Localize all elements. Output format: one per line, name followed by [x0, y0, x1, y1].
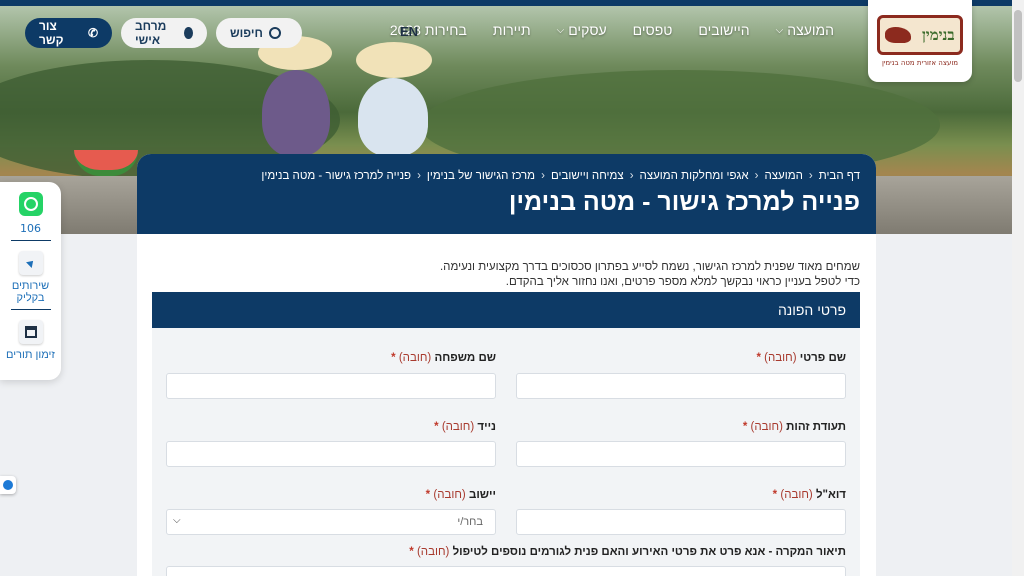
- search-icon: [268, 27, 281, 39]
- logo-tagline: מועצה אזורית מטה בנימין: [881, 59, 959, 67]
- mobile-field[interactable]: [166, 441, 496, 467]
- content-card: דף הבית ‹ המועצה ‹ אגפי ומחלקות המועצה ‹…: [137, 154, 876, 576]
- page-title: פנייה למרכז גישור - מטה בנימין: [508, 188, 860, 216]
- settlement-label: יישוב (חובה) *: [425, 489, 496, 501]
- services-click-link[interactable]: שירותים בקליק: [0, 251, 61, 304]
- personal-area-button[interactable]: מרחב אישי: [121, 18, 207, 48]
- nav-links: המועצה ⌵ היישובים טפסים עסקים ⌵ תיירות ב…: [390, 22, 834, 38]
- email-label: דוא"ל (חובה) *: [772, 489, 846, 501]
- scrollbar-thumb[interactable]: [1014, 10, 1022, 82]
- divider: [10, 240, 51, 241]
- appointments-label: זימון תורים: [6, 349, 55, 361]
- calendar-icon: [18, 320, 43, 344]
- breadcrumb: דף הבית ‹ המועצה ‹ אגפי ומחלקות המועצה ‹…: [153, 170, 860, 182]
- email-field[interactable]: [516, 509, 846, 535]
- first-name-field[interactable]: [516, 373, 846, 399]
- breadcrumb-departments[interactable]: אגפי ומחלקות המועצה: [640, 170, 749, 182]
- user-icon: [184, 27, 193, 39]
- main-nav: המועצה ⌵ היישובים טפסים עסקים ⌵ תיירות ב…: [16, 16, 964, 50]
- nav-item-label: טפסים: [632, 22, 673, 38]
- contact-label: צור קשר: [39, 19, 64, 47]
- form-section-title: פרטי הפונה: [152, 292, 860, 328]
- nav-item-label: המועצה: [787, 22, 834, 38]
- nav-item-business[interactable]: עסקים ⌵: [557, 22, 607, 38]
- page-scrollbar[interactable]: [1012, 0, 1024, 576]
- contact-button[interactable]: צור קשר ✆: [25, 18, 112, 48]
- intro-line: כדי לטפל בעניין כראוי נבקשך למלא מספר פר…: [505, 276, 860, 288]
- services-click-label: שירותים בקליק: [11, 280, 50, 304]
- settlement-select[interactable]: בחר/י ⌵: [166, 509, 496, 535]
- last-name-field[interactable]: [166, 373, 496, 399]
- whatsapp-count: 106: [20, 222, 41, 235]
- hero-girl-right: [358, 78, 428, 156]
- intro-text: שמחים מאוד שפנית למרכז הגישור, נשמח לסיי…: [137, 234, 876, 290]
- applicant-form: פרטי הפונה שם פרטי (חובה) * שם משפחה (חו…: [152, 292, 860, 576]
- id-number-field[interactable]: [516, 441, 846, 467]
- intro-line: שמחים מאוד שפנית למרכז הגישור, נשמח לסיי…: [439, 261, 860, 273]
- divider: [10, 309, 51, 310]
- chevron-left-icon: ‹: [629, 170, 634, 182]
- accessibility-side-widget: 106 שירותים בקליק זימון תורים: [0, 182, 61, 380]
- chevron-down-icon: ⌵: [173, 515, 181, 526]
- first-name-label: שם פרטי (חובה) *: [756, 352, 846, 364]
- breadcrumb-growth[interactable]: צמיחה ויישובים: [551, 170, 624, 182]
- chevron-down-icon: ⌵: [556, 24, 565, 36]
- breadcrumb-council[interactable]: המועצה: [764, 170, 802, 182]
- settlement-select-value: בחר/י: [457, 516, 483, 528]
- cursor-click-icon: [18, 251, 43, 275]
- description-textarea[interactable]: [166, 566, 846, 576]
- whatsapp-widget[interactable]: 106: [0, 192, 61, 235]
- personal-area-label: מרחב אישי: [135, 19, 167, 47]
- chat-widget-button[interactable]: [0, 476, 16, 494]
- id-number-label: תעודת זהות (חובה) *: [742, 421, 846, 433]
- chevron-left-icon: ‹: [541, 170, 545, 182]
- language-switch[interactable]: EN: [400, 24, 418, 39]
- phone-icon: ✆: [87, 26, 98, 40]
- mobile-label: נייד (חובה) *: [434, 421, 496, 433]
- nav-item-label: תיירות: [492, 22, 531, 38]
- search-button[interactable]: חיפוש: [216, 18, 302, 48]
- hero-girl-left: [262, 70, 330, 156]
- chevron-left-icon: ‹: [808, 170, 813, 182]
- nav-item-settlements[interactable]: היישובים: [698, 22, 749, 38]
- breadcrumb-home[interactable]: דף הבית: [819, 170, 860, 182]
- nav-item-label: היישובים: [698, 22, 750, 38]
- chevron-down-icon: ⌵: [775, 24, 784, 36]
- nav-item-forms[interactable]: טפסים: [633, 22, 673, 38]
- chevron-left-icon: ‹: [754, 170, 759, 182]
- chat-icon: [3, 480, 13, 490]
- nav-item-label: עסקים: [568, 22, 607, 38]
- nav-item-tourism[interactable]: תיירות: [493, 22, 531, 38]
- page-header: דף הבית ‹ המועצה ‹ אגפי ומחלקות המועצה ‹…: [137, 154, 876, 234]
- top-strip: [0, 0, 1012, 6]
- nav-item-council[interactable]: המועצה ⌵: [776, 22, 834, 38]
- appointments-link[interactable]: זימון תורים: [0, 320, 61, 361]
- description-label: תיאור המקרה - אנא פרט את פרטי האירוע והא…: [409, 546, 846, 558]
- breadcrumb-current: פנייה למרכז גישור - מטה בנימין: [261, 170, 412, 182]
- search-label: חיפוש: [230, 26, 263, 40]
- chevron-left-icon: ‹: [417, 170, 421, 182]
- whatsapp-icon: [18, 192, 43, 216]
- last-name-label: שם משפחה (חובה) *: [391, 352, 496, 364]
- breadcrumb-mediation-center[interactable]: מרכז הגישור של בנימין: [427, 170, 535, 182]
